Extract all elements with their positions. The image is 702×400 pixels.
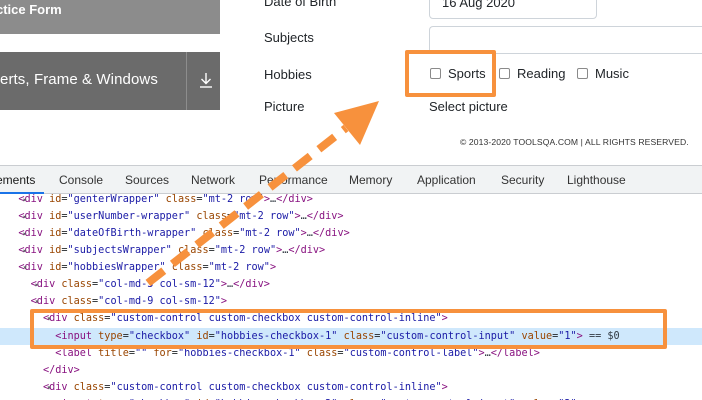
tab-lighthouse[interactable]: Lighthouse: [567, 173, 626, 187]
dob-value: 16 Aug 2020: [442, 0, 516, 10]
copyright-text: © 2013-2020 TOOLSQA.COM | ALL RIGHTS RES…: [460, 137, 689, 147]
dom-node[interactable]: ▾ <div class="custom-control custom-chec…: [0, 379, 702, 396]
sports-highlight-box: [405, 50, 496, 97]
hobby-reading-label[interactable]: Reading: [517, 66, 565, 81]
dom-node[interactable]: ▸ <div id="dateOfBirth-wrapper" class="m…: [0, 225, 702, 242]
dom-tree: ▸ <div id="genterWrapper" class="mt-2 ro…: [0, 194, 702, 400]
download-icon[interactable]: [198, 71, 214, 89]
dob-label: Date of Birth: [264, 0, 337, 9]
dom-node[interactable]: ▾ <div class="col-md-9 col-sm-12">: [0, 293, 702, 310]
sidebar-group-alerts-frame-windows[interactable]: erts, Frame & Windows: [0, 52, 220, 110]
sidebar-item-label: ctice Form: [0, 2, 62, 17]
select-picture-button[interactable]: Select picture: [429, 99, 508, 114]
selected-input-highlight-box: [30, 309, 667, 349]
hobby-reading-checkbox[interactable]: [499, 68, 510, 79]
tab-security[interactable]: Security: [501, 173, 544, 187]
hobbies-label: Hobbies: [264, 67, 312, 82]
dom-node[interactable]: ▸ <div id="genterWrapper" class="mt-2 ro…: [0, 191, 702, 208]
tab-network[interactable]: Network: [191, 173, 235, 187]
sidebar-item-practice-form[interactable]: ctice Form: [0, 0, 220, 34]
devtools-tab-bar: ements Console Sources Network Performan…: [0, 165, 702, 194]
sidebar-divider: [186, 52, 187, 110]
subjects-label: Subjects: [264, 30, 314, 45]
dom-node-hobbies-wrapper[interactable]: ▾ <div id="hobbiesWrapper" class="mt-2 r…: [0, 259, 702, 276]
tab-performance[interactable]: Performance: [259, 173, 328, 187]
hobby-music-label[interactable]: Music: [595, 66, 629, 81]
sidebar-group-label: erts, Frame & Windows: [0, 71, 158, 88]
dob-input[interactable]: 16 Aug 2020: [429, 0, 597, 19]
tab-sources[interactable]: Sources: [125, 173, 169, 187]
dom-node[interactable]: ▸ <div class="col-md-3 col-sm-12">…</div…: [0, 276, 702, 293]
dom-node[interactable]: ▸ <div id="userNumber-wrapper" class="mt…: [0, 208, 702, 225]
tab-console[interactable]: Console: [59, 173, 103, 187]
web-page: ctice Form erts, Frame & Windows Date of…: [0, 0, 702, 122]
dom-node[interactable]: </div>: [0, 362, 702, 379]
dom-node[interactable]: <input type="checkbox" id="hobbies-check…: [0, 396, 702, 400]
devtools-panel: ements Console Sources Network Performan…: [0, 165, 702, 400]
dom-node[interactable]: ▸ <div id="subjectsWrapper" class="mt-2 …: [0, 242, 702, 259]
hobby-music-checkbox[interactable]: [577, 68, 588, 79]
tab-elements[interactable]: ements: [0, 173, 35, 187]
tab-application[interactable]: Application: [417, 173, 476, 187]
picture-label: Picture: [264, 99, 305, 114]
tab-memory[interactable]: Memory: [349, 173, 392, 187]
